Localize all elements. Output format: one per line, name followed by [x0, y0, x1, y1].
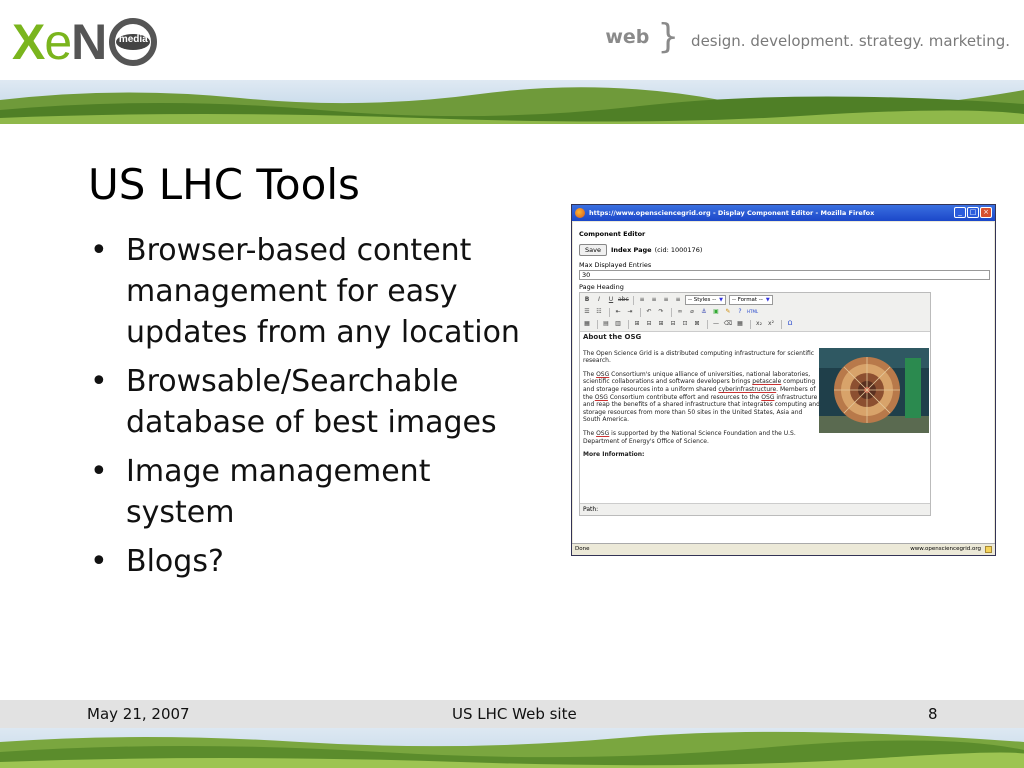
- status-domain: www.opensciencegrid.org: [910, 546, 981, 552]
- brace-icon: }: [657, 17, 680, 57]
- superscript-icon[interactable]: x²: [766, 319, 776, 329]
- align-left-icon[interactable]: ≡: [637, 295, 647, 305]
- firefox-icon: [575, 208, 585, 218]
- visual-aid-icon[interactable]: ▦: [735, 319, 745, 329]
- special-char-icon[interactable]: Ω: [785, 319, 795, 329]
- strikethrough-icon[interactable]: abc: [618, 295, 629, 305]
- subscript-icon[interactable]: x₂: [754, 319, 764, 329]
- status-text: Done: [575, 546, 590, 552]
- format-select[interactable]: -- Format -- ▼: [728, 295, 773, 305]
- save-button[interactable]: Save: [579, 244, 607, 256]
- editor-path-bar: Path:: [580, 503, 930, 515]
- indent-icon[interactable]: ⇥: [625, 307, 635, 317]
- numbered-list-icon[interactable]: ☷: [594, 307, 604, 317]
- minimize-icon[interactable]: _: [954, 207, 966, 218]
- align-right-icon[interactable]: ≡: [661, 295, 671, 305]
- browser-statusbar: Done www.opensciencegrid.org: [572, 543, 995, 555]
- rich-text-editor: B I U abc ≡ ≡ ≡ ≡ -- Styles -- ▼ -- Forma…: [579, 292, 931, 516]
- tagline: web } design. development. strategy. mar…: [605, 20, 1010, 54]
- page-content: Component Editor Save Index Page (cid: 1…: [573, 222, 994, 544]
- cell-props-icon[interactable]: ▥: [613, 319, 623, 329]
- image-icon[interactable]: ▣: [711, 307, 721, 317]
- underline-icon[interactable]: U: [606, 295, 616, 305]
- row-props-icon[interactable]: ▤: [601, 319, 611, 329]
- bullet-icon: •: [90, 544, 108, 579]
- align-justify-icon[interactable]: ≡: [673, 295, 683, 305]
- split-cell-icon[interactable]: ⊡: [680, 319, 690, 329]
- index-page-label: Index Page: [610, 246, 652, 254]
- bullet-icon: •: [90, 364, 108, 399]
- help-icon[interactable]: ?: [735, 307, 745, 317]
- horizontal-rule-icon[interactable]: —: [711, 319, 721, 329]
- chevron-down-icon: ▼: [765, 297, 770, 303]
- xeno-media-logo: XeN media: [12, 14, 158, 70]
- editor-paragraph: The OSG is supported by the National Sci…: [583, 429, 796, 445]
- align-center-icon[interactable]: ≡: [649, 295, 659, 305]
- editor-toolbar: B I U abc ≡ ≡ ≡ ≡ -- Styles -- ▼ -- Forma…: [580, 293, 930, 332]
- merge-cell-icon[interactable]: ⊠: [692, 319, 702, 329]
- footer-date: May 21, 2007: [87, 705, 190, 723]
- bullet-item: • Blogs?: [88, 541, 548, 582]
- page-heading-label: Page Heading: [579, 283, 624, 291]
- link-icon[interactable]: ∞: [675, 307, 685, 317]
- page-number: 8: [928, 705, 938, 723]
- table-icon[interactable]: ▦: [582, 319, 592, 329]
- bullet-list: • Browser-based content management for ea…: [88, 230, 548, 590]
- slide-header: XeN media web } design. development. str…: [0, 0, 1024, 80]
- component-editor-heading: Component Editor: [579, 230, 646, 238]
- chevron-down-icon: ▼: [719, 297, 723, 303]
- detector-photo: [819, 348, 929, 433]
- bullet-item: • Image management system: [88, 451, 548, 533]
- styles-select[interactable]: -- Styles -- ▼: [685, 295, 726, 305]
- cleanup-icon[interactable]: ✎: [723, 307, 733, 317]
- close-icon[interactable]: ×: [980, 207, 992, 218]
- lock-icon: [985, 546, 992, 553]
- more-information-label: More Information:: [583, 451, 645, 459]
- anchor-icon[interactable]: ⚓: [699, 307, 709, 317]
- tagline-web: web: [605, 26, 650, 48]
- bold-icon[interactable]: B: [582, 295, 592, 305]
- italic-icon[interactable]: I: [594, 295, 604, 305]
- top-landscape-banner: [0, 80, 1024, 124]
- slide-footer: May 21, 2007 US LHC Web site 8: [0, 700, 1024, 728]
- bottom-landscape-banner: [0, 728, 1024, 768]
- editor-heading: About the OSG: [583, 333, 642, 341]
- bullet-icon: •: [90, 233, 108, 268]
- window-titlebar: https://www.opensciencegrid.org - Displa…: [572, 205, 995, 221]
- bullet-item: • Browser-based content management for ea…: [88, 230, 548, 353]
- undo-icon[interactable]: ↶: [644, 307, 654, 317]
- delete-row-icon[interactable]: ⊟: [644, 319, 654, 329]
- cid-text: (cid: 1000176): [654, 246, 703, 254]
- max-entries-input[interactable]: 30: [579, 270, 990, 280]
- footer-site-title: US LHC Web site: [452, 705, 577, 723]
- max-entries-label: Max Displayed Entries: [579, 261, 652, 269]
- outdent-icon[interactable]: ⇤: [613, 307, 623, 317]
- insert-col-icon[interactable]: ⊞: [656, 319, 666, 329]
- editor-paragraph: The Open Science Grid is a distributed c…: [583, 349, 815, 365]
- window-title: https://www.opensciencegrid.org - Displa…: [589, 209, 875, 217]
- html-icon[interactable]: HTML: [747, 307, 758, 317]
- slide-title: US LHC Tools: [88, 160, 360, 209]
- editor-paragraph: The OSG Consortium's unique alliance of …: [583, 370, 820, 424]
- maximize-icon[interactable]: □: [967, 207, 979, 218]
- bullet-icon: •: [90, 454, 108, 489]
- bullet-list-icon[interactable]: ☰: [582, 307, 592, 317]
- insert-row-icon[interactable]: ⊞: [632, 319, 642, 329]
- editor-content-area[interactable]: About the OSG The Open Science Grid is a…: [580, 332, 930, 503]
- delete-col-icon[interactable]: ⊟: [668, 319, 678, 329]
- redo-icon[interactable]: ↷: [656, 307, 666, 317]
- logo-media-badge: media: [108, 17, 158, 67]
- firefox-window: https://www.opensciencegrid.org - Displa…: [571, 204, 996, 556]
- remove-format-icon[interactable]: ⌫: [723, 319, 733, 329]
- bullet-item: • Browsable/Searchable database of best i…: [88, 361, 548, 443]
- unlink-icon[interactable]: ⌀: [687, 307, 697, 317]
- tagline-words: design. development. strategy. marketing…: [691, 32, 1010, 50]
